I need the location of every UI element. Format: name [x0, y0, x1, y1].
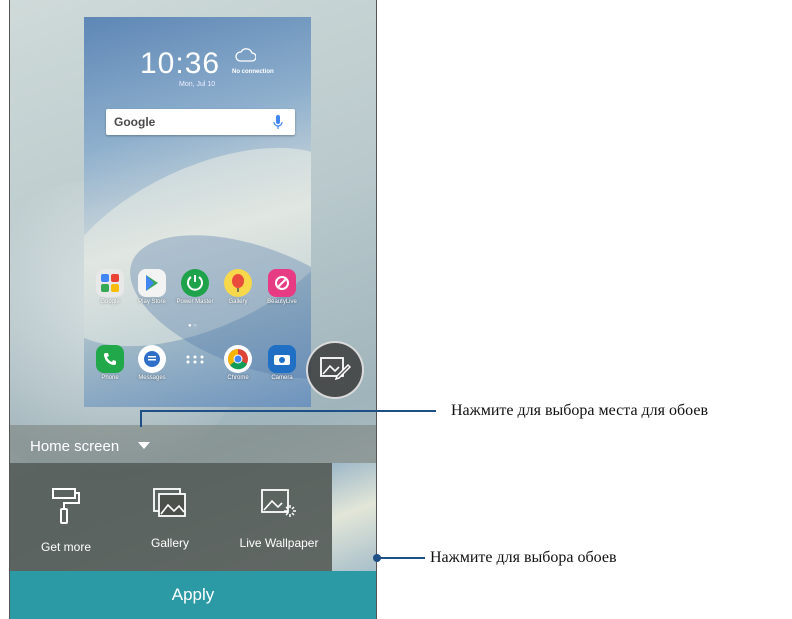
app-label: Gallery — [228, 299, 248, 305]
app-row-1: Google Play Store Power Master Gallery B… — [84, 269, 311, 313]
app-gallery[interactable]: Gallery — [218, 269, 258, 306]
google-search-bar[interactable]: Google — [106, 109, 295, 135]
paint-roller-icon — [50, 488, 82, 529]
app-chrome[interactable]: Chrome — [218, 345, 258, 382]
phone-icon — [96, 345, 124, 373]
wallpaper-thumbnail[interactable] — [332, 463, 376, 571]
app-messages[interactable]: Messages — [132, 345, 172, 382]
dropdown-caret-icon — [138, 442, 150, 449]
messages-icon — [138, 345, 166, 373]
live-wallpaper-icon — [260, 489, 298, 525]
beautylive-icon — [268, 269, 296, 297]
cloud-icon — [234, 47, 257, 68]
apply-label: Apply — [171, 585, 215, 604]
wallpaper-options-bar: Get more Gallery Live Wallpaper — [10, 463, 332, 571]
app-label: Messages — [138, 375, 166, 381]
app-drawer-icon — [181, 345, 209, 373]
get-more-label: Get more — [40, 540, 91, 554]
app-play-store[interactable]: Play Store — [132, 269, 172, 306]
gallery-stack-icon — [152, 488, 188, 525]
microphone-icon[interactable] — [273, 114, 283, 135]
app-label: Phone — [101, 375, 119, 381]
app-google[interactable]: Google — [90, 269, 130, 306]
google-logo: Google — [114, 115, 156, 129]
callout-connector — [140, 410, 436, 412]
wallpaper-preview: 10:36 No connection Mon, Jul 10 Google G… — [84, 17, 311, 407]
weather-status: No connection — [232, 69, 274, 75]
gallery-icon — [224, 269, 252, 297]
app-beautylive[interactable]: BeautyLive — [262, 269, 302, 306]
camera-icon — [268, 345, 296, 373]
app-label: Camera — [271, 375, 293, 381]
power-master-icon — [181, 269, 209, 297]
google-folder-icon — [96, 269, 124, 297]
callout-location-text: Нажмите для выбора места для обоев — [451, 402, 709, 419]
app-camera[interactable]: Camera — [262, 345, 302, 382]
app-label: Google — [100, 299, 120, 305]
callout-wallpaper-text: Нажмите для выбора обоев — [430, 549, 617, 566]
app-label: Play Store — [138, 299, 166, 305]
live-wallpaper-button[interactable]: Live Wallpaper — [224, 487, 334, 550]
play-store-icon — [138, 269, 166, 297]
dropdown-selected-value: Home screen — [30, 438, 120, 455]
live-wallpaper-label: Live Wallpaper — [239, 536, 319, 550]
callout-connector — [140, 411, 142, 427]
page-indicator: ● ○ — [188, 323, 197, 329]
gallery-button[interactable]: Gallery — [115, 487, 225, 550]
clock-time: 10:36 — [140, 47, 221, 80]
callout-connector — [377, 557, 425, 559]
edit-wallpaper-button[interactable] — [306, 341, 364, 399]
app-row-2: Phone Messages Chrome Camera — [84, 345, 311, 389]
app-phone[interactable]: Phone — [90, 345, 130, 382]
app-label: BeautyLive — [267, 299, 297, 305]
phone-screen: 10:36 No connection Mon, Jul 10 Google G… — [9, 0, 377, 619]
gallery-label: Gallery — [150, 536, 189, 550]
edit-image-icon — [319, 354, 352, 387]
apply-button[interactable]: Apply — [10, 571, 376, 619]
clock-date: Mon, Jul 10 — [179, 81, 216, 88]
app-drawer[interactable] — [175, 345, 215, 373]
chrome-icon — [224, 345, 252, 373]
app-label: Chrome — [227, 375, 249, 381]
wallpaper-location-dropdown[interactable]: Home screen — [10, 425, 376, 463]
get-more-button[interactable]: Get more — [11, 487, 121, 554]
app-label: Power Master — [176, 299, 214, 305]
app-power-master[interactable]: Power Master — [175, 269, 215, 306]
